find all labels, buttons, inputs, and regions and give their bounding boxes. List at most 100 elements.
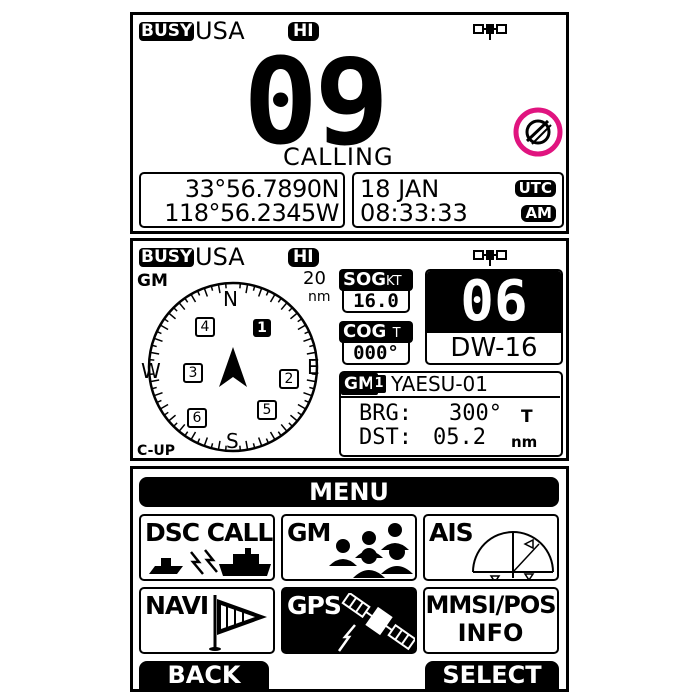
member-marker-5[interactable]: 5 [257,400,277,420]
member-marker-1[interactable]: 1 [253,319,271,337]
channel-name: DW-16 [450,333,538,363]
compass-tick [280,302,288,311]
datetime-box: 18 JAN UTC 08:33:33 AM [352,172,564,228]
gm-index-badge: 1 [372,375,386,393]
compass-tick [304,399,310,404]
compass-tick [159,324,169,331]
compass-tick [190,431,197,441]
member-marker-4[interactable]: 4 [195,317,215,337]
compass-tick [173,307,178,312]
compass-tick [168,312,177,320]
compass-tick [245,284,249,294]
channel-panel: 06 DW-16 [425,269,563,365]
dsc-call-tile[interactable]: DSC CALL [139,514,275,581]
compass-tick [168,414,177,422]
compass-tick [156,399,162,404]
gm-tile[interactable]: GM [281,514,417,581]
compass-tick [306,351,316,355]
gps-satellite-icon [473,250,507,266]
satellite-icon [337,593,415,652]
group-monitor-screen: BUSY USA HI GM 20 nm C-UP N S E W 1 2 3 … [130,238,569,461]
compass-tick [153,391,163,397]
menu-title: MENU [139,477,559,507]
busy-badge: BUSY [139,247,195,267]
utc-badge: UTC [514,180,556,197]
compass-tick [217,440,221,450]
tile-label: MMSI/POS [425,591,556,619]
compass-tick [289,414,298,422]
compass-tick [297,411,303,416]
member-marker-6[interactable]: 6 [187,408,207,428]
tile-label-line2: INFO [457,619,524,647]
compass-tick [288,307,293,312]
compass-tick [153,337,163,343]
sog-header: SOGKT [339,269,413,291]
cog-panel: COG T 000° [339,321,413,365]
compass-tick [184,297,189,303]
busy-badge: BUSY [139,21,195,41]
flag-icon [209,595,267,651]
compass-tick [156,330,162,335]
navi-tile[interactable]: NAVI [139,587,275,654]
region-label: USA [195,17,245,45]
ais-tile[interactable]: AIS [423,514,559,581]
compass-tick [178,423,186,432]
compass-tick [297,318,303,323]
compass-tick [303,391,313,397]
compass-tick [190,293,197,303]
channel-number: 06 [427,271,561,333]
compass-tick [304,330,310,335]
compass-tick [196,290,201,296]
bearing-label: BRG: [359,401,412,426]
mmsi-pos-info-tile[interactable]: MMSI/POS INFO [423,587,559,654]
member-marker-2[interactable]: 2 [279,369,299,389]
gps-tile[interactable]: GPS [281,587,417,654]
radar-icon [472,531,554,579]
compass-tick [269,293,276,303]
gps-satellite-icon [473,24,507,40]
distance-label: DST: [359,425,412,450]
longitude-value: 118°56.2345W [164,199,339,227]
compass-tick [203,437,209,447]
ampm-badge: AM [521,205,556,222]
compass-tick [159,403,169,410]
compass-tick [150,351,160,355]
compass-tick [297,403,307,410]
compass-south: S [226,429,239,453]
compass-tick [288,422,293,427]
compass-tick [257,437,263,447]
compass-tick [306,379,316,383]
target-panel: GM 1 YAESU-01 BRG: 300° T DST: 05.2 nm [339,371,563,457]
ships-icon [149,548,271,576]
tile-label: AIS [429,518,474,547]
distance-unit: nm [511,433,538,451]
sog-value: 16.0 [342,289,410,313]
select-softkey[interactable]: SELECT [425,661,559,689]
compass-tick [265,290,270,296]
member-marker-3[interactable]: 3 [183,363,203,383]
tile-label: GPS [287,591,342,620]
compass-tick [245,440,249,450]
compass-tick [269,431,276,441]
compass-tick [217,284,221,294]
compass-tick [277,297,282,303]
sog-panel: SOGKT 16.0 [339,269,413,313]
compass-west: W [141,359,161,383]
compass-tick [257,287,263,297]
channel-screen: BUSY USA HI 09 CALLING 33°56.7890N 118°5… [130,12,569,234]
position-box: 33°56.7890N 118°56.2345W [139,172,345,228]
bearing-value: 300° [449,401,502,426]
compass-tick [163,411,169,416]
tile-label: NAVI [145,591,209,620]
power-badge: HI [288,248,319,267]
compass-east: E [307,355,320,379]
compass-tick [303,337,313,343]
compass-tick [163,318,169,323]
bearing-unit: T [521,407,533,427]
date-value: 18 JAN [360,175,440,203]
scramble-icon[interactable] [513,107,563,157]
back-softkey[interactable]: BACK [139,661,269,689]
divider [341,396,560,398]
cog-value: 000° [342,341,410,365]
compass-tick [184,431,189,437]
